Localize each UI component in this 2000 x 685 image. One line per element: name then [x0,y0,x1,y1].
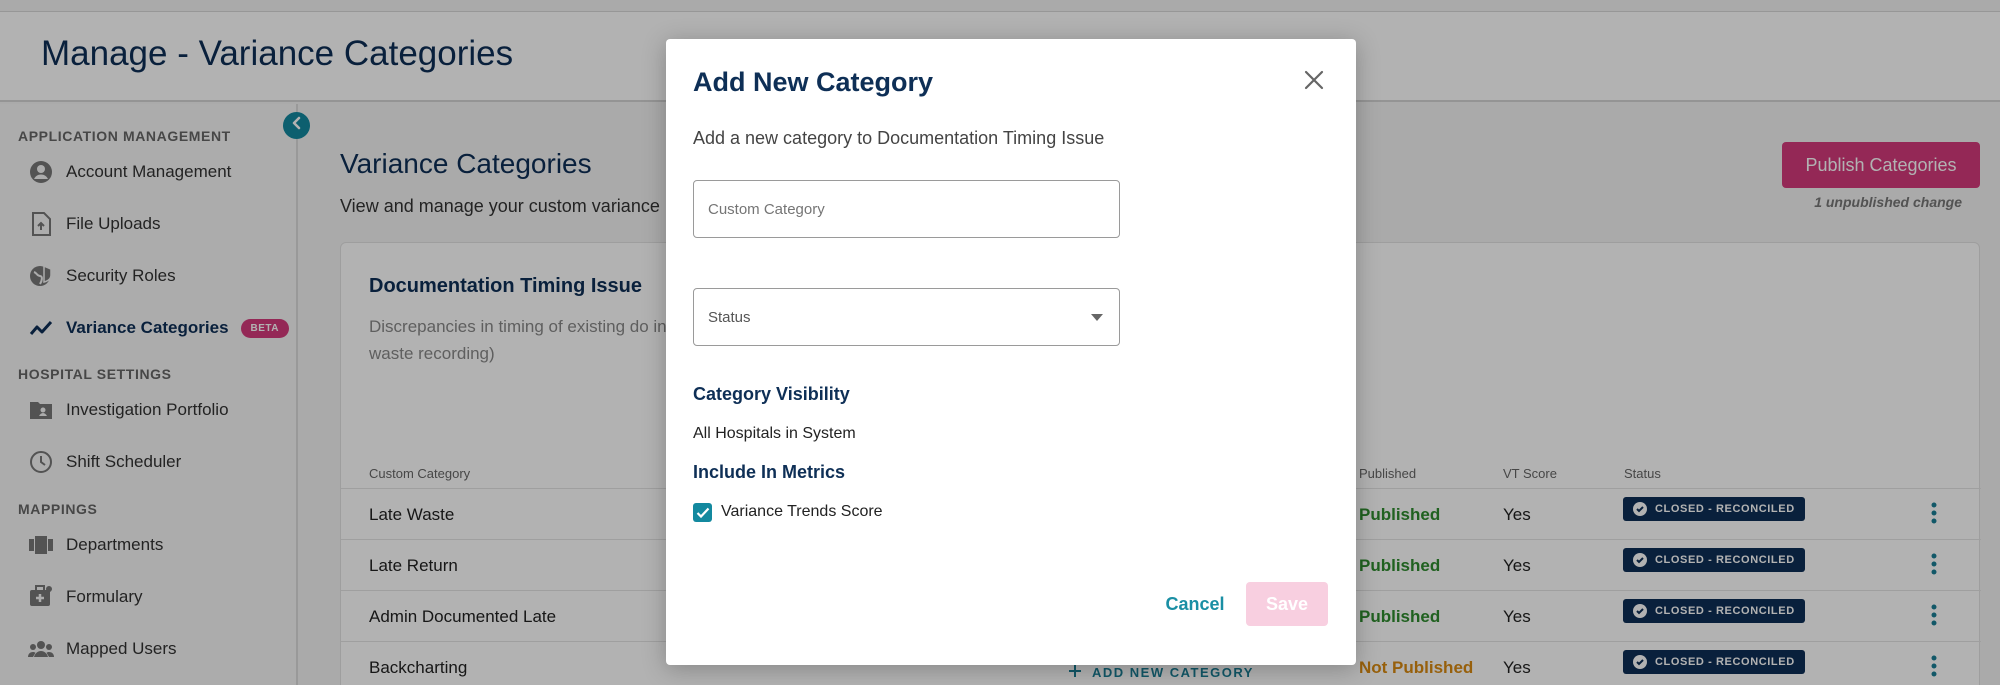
add-category-dialog: Add New Category Add a new category to D… [666,39,1356,665]
close-button[interactable] [1301,67,1327,93]
variance-trends-score-checkbox[interactable] [693,503,712,522]
visibility-value: All Hospitals in System [693,425,856,442]
checkmark-icon [696,507,709,518]
close-icon [1304,70,1324,90]
custom-category-input[interactable] [693,180,1120,238]
cancel-button[interactable]: Cancel [1150,582,1240,626]
variance-trends-score-label[interactable]: Variance Trends Score [721,503,883,521]
dialog-title: Add New Category [693,67,934,97]
save-button[interactable]: Save [1246,582,1328,626]
visibility-heading: Category Visibility [693,384,850,404]
caret-down-icon [1091,314,1103,321]
dialog-subtitle: Add a new category to Documentation Timi… [693,128,1105,148]
status-select[interactable]: Status [693,288,1120,346]
status-select-placeholder: Status [708,308,751,326]
metrics-heading: Include In Metrics [693,462,846,482]
